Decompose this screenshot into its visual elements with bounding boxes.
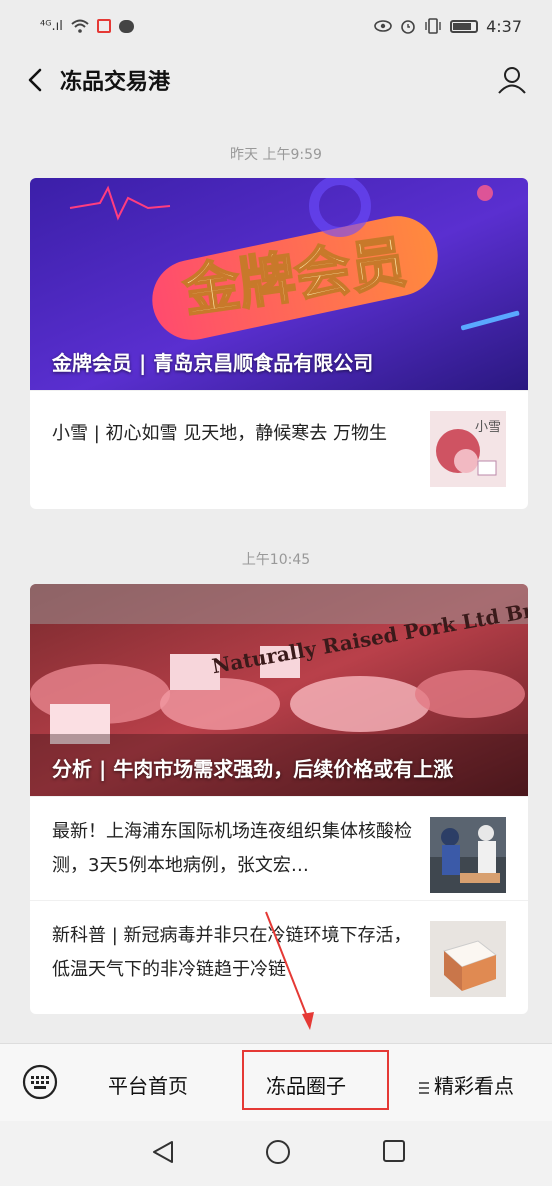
nav-back-icon[interactable] <box>150 1139 176 1165</box>
user-profile-icon[interactable] <box>496 64 528 96</box>
menu-item-home[interactable]: 平台首页 <box>108 1070 188 1099</box>
banner-title: 分析 | 牛肉市场需求强劲，后续价格或有上涨 <box>52 757 454 781</box>
status-time: 4:37 <box>486 16 522 36</box>
article-banner[interactable]: 金牌会员 金牌会员 | 青岛京昌顺食品有限公司 <box>30 178 528 390</box>
status-left: ⁴ᴳ.ıl <box>40 19 134 34</box>
article-title: 新科普 | 新冠病毒并非只在冷链环境下存活，低温天气下的非冷链趋于冷链 <box>52 925 412 980</box>
vibrate-icon <box>425 18 441 34</box>
nav-recents-icon[interactable] <box>382 1139 406 1163</box>
signal-text: ⁴ᴳ.ıl <box>40 18 63 34</box>
submenu-lines-icon <box>419 1081 429 1094</box>
article-title: 最新！上海浦东国际机场连夜组织集体核酸检测，3天5例本地病例，张文宏… <box>52 821 412 876</box>
eye-icon <box>374 20 392 32</box>
menu-item-highlights[interactable]: 精彩看点 <box>418 1070 514 1099</box>
alarm-icon <box>401 20 415 34</box>
bottom-menu: 平台首页 冻品圈子 精彩看点 <box>0 1043 552 1121</box>
menu-item-circle[interactable]: 冻品圈子 <box>266 1070 346 1099</box>
back-arrow-icon[interactable] <box>22 66 50 94</box>
page-title: 冻品交易港 <box>60 70 171 95</box>
message-timestamp: 昨天 上午9:59 <box>230 147 322 163</box>
keyboard-toggle-icon[interactable] <box>22 1064 58 1100</box>
menu-item-highlights-label: 精彩看点 <box>434 1074 514 1098</box>
article-list-item[interactable]: 最新！上海浦东国际机场连夜组织集体核酸检测，3天5例本地病例，张文宏… <box>30 796 528 900</box>
nav-home-icon[interactable] <box>265 1139 291 1165</box>
message-icon <box>118 19 134 33</box>
article-banner[interactable]: Naturally Raised Pork Ltd Bre 分析 | 牛肉市场需… <box>30 584 528 796</box>
box-thumbnail-icon <box>430 921 506 997</box>
article-card: Naturally Raised Pork Ltd Bre 分析 | 牛肉市场需… <box>30 584 528 1014</box>
thumb-label: 小雪 <box>475 420 501 435</box>
message-timestamp: 上午10:45 <box>241 552 311 568</box>
banner-title: 金牌会员 | 青岛京昌顺食品有限公司 <box>52 351 374 375</box>
article-list-item[interactable]: 新科普 | 新冠病毒并非只在冷链环境下存活，低温天气下的非冷链趋于冷链 <box>30 900 528 1014</box>
article-list-item[interactable]: 小雪 | 初心如雪 见天地，静候寒去 万物生 小雪 <box>30 390 528 509</box>
xiaoxue-thumbnail-icon: 小雪 <box>430 411 506 487</box>
notification-icon <box>96 19 111 33</box>
testing-thumbnail-icon <box>430 817 506 893</box>
status-bar: ⁴ᴳ.ıl 4:37 <box>0 0 552 52</box>
battery-icon <box>450 19 479 33</box>
article-card: 金牌会员 金牌会员 | 青岛京昌顺食品有限公司 小雪 | 初心如雪 见天地，静候… <box>30 178 528 509</box>
article-title: 小雪 | 初心如雪 见天地，静候寒去 万物生 <box>52 423 387 444</box>
system-nav-bar <box>0 1121 552 1186</box>
header: 冻品交易港 <box>0 52 552 108</box>
status-right: 4:37 <box>374 17 522 36</box>
wifi-icon <box>71 19 89 33</box>
